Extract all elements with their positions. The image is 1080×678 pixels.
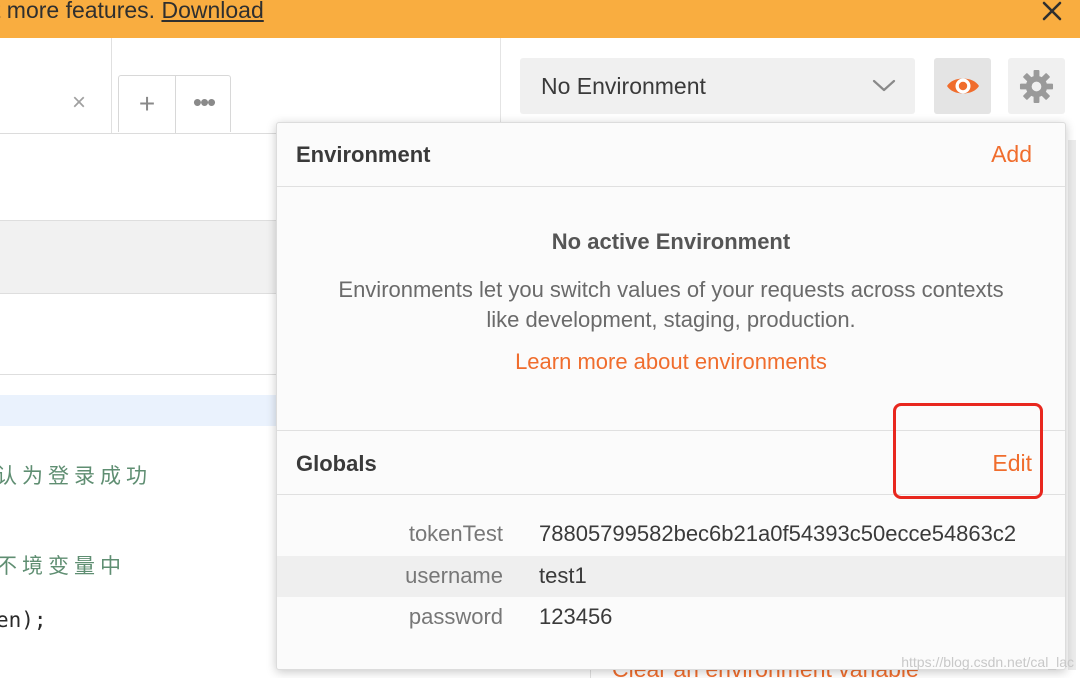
empty-state-title: No active Environment: [551, 229, 791, 254]
download-link[interactable]: Download: [161, 0, 263, 23]
learn-more-text[interactable]: Learn more about environments: [515, 349, 827, 374]
globals-title: Globals: [296, 451, 377, 476]
variable-value: 123456: [539, 604, 613, 629]
request-url-bar[interactable]: [0, 220, 290, 294]
settings-button[interactable]: [1008, 58, 1065, 114]
global-variable-row: password 123456: [277, 597, 1065, 638]
global-variable-row: tokenTest 78805799582bec6b21a0f54393c50e…: [277, 514, 1065, 555]
environment-select-value: No Environment: [541, 73, 706, 99]
code-line[interactable]: en);: [0, 608, 47, 632]
global-variable-row: username test1: [277, 556, 1065, 597]
variable-value: test1: [539, 563, 587, 588]
code-comment-line[interactable]: 认为登录成功: [0, 460, 152, 490]
close-icon[interactable]: [1038, 0, 1066, 24]
tab-actions: + •••: [118, 75, 231, 133]
add-environment-link[interactable]: Add: [991, 141, 1032, 168]
variable-value: 78805799582bec6b21a0f54393c50ecce54863c2: [539, 521, 1017, 546]
update-banner: t more features. Download: [0, 0, 1080, 38]
empty-state-description: Environments let you switch values of yo…: [338, 277, 1004, 332]
code-comment-line[interactable]: 不境变量中: [0, 550, 126, 580]
environment-title: Environment: [296, 142, 431, 167]
watermark: https://blog.csdn.net/cal_lac: [901, 654, 1074, 670]
learn-more-link: Learn more about environments: [277, 349, 1065, 375]
section-divider: [0, 374, 290, 375]
tab-close-icon[interactable]: ×: [72, 91, 86, 115]
banner-text: t more features. Download: [0, 0, 264, 24]
edit-highlight-box: [893, 403, 1043, 499]
request-tab[interactable]: [0, 38, 112, 134]
variable-key: tokenTest: [408, 521, 503, 546]
more-tabs-button[interactable]: •••: [176, 76, 231, 133]
variable-key: username: [405, 563, 503, 588]
environment-header: Environment Add: [277, 123, 1065, 187]
new-tab-button[interactable]: +: [119, 76, 176, 133]
environment-popover: Environment Add No active Environment En…: [276, 122, 1066, 670]
chevron-down-icon: [871, 72, 897, 98]
gear-icon: [1019, 69, 1054, 104]
variable-key: password: [408, 604, 503, 629]
scrollbar[interactable]: [1068, 140, 1076, 670]
eye-icon: [947, 78, 979, 94]
banner-message: t more features.: [0, 0, 162, 23]
editor-selected-line: [0, 395, 290, 426]
environment-select[interactable]: No Environment: [520, 58, 915, 114]
environment-quick-look-button[interactable]: [934, 58, 991, 114]
